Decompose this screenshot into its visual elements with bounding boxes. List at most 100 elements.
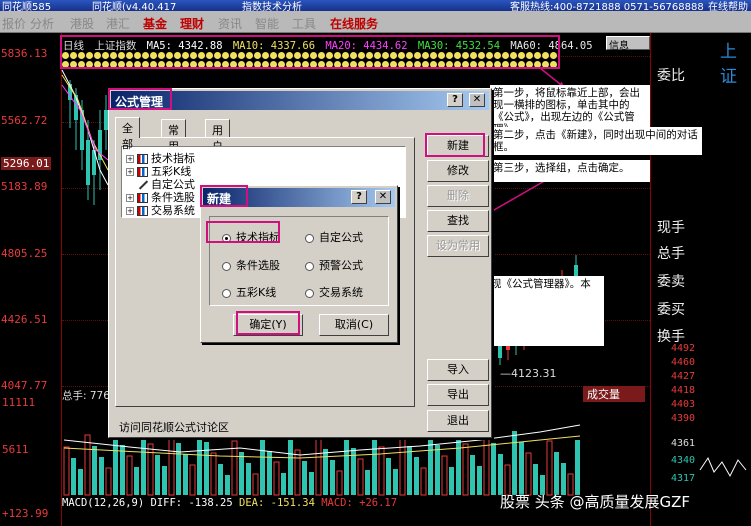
volume-bar <box>84 434 91 496</box>
chart-icon <box>137 206 148 216</box>
step2-note: 第二步，点击《新建》，同时出现中间的对话框。 <box>490 127 702 155</box>
expand-icon[interactable]: + <box>126 168 134 176</box>
tab-user[interactable]: 用户 <box>205 119 230 153</box>
expand-icon[interactable]: + <box>126 207 134 215</box>
volume-bar <box>126 455 133 496</box>
radio-trading[interactable]: 交易系统 <box>305 284 363 300</box>
volume-bar <box>336 470 343 496</box>
tree-item-trading[interactable]: + 交易系统 <box>126 202 195 217</box>
volume-bar <box>441 455 448 496</box>
cancel-button[interactable]: 取消(C) <box>319 314 389 336</box>
forum-link[interactable]: 访问同花顺公式讨论区 <box>119 419 229 435</box>
radio-label: 预警公式 <box>319 259 363 272</box>
expand-icon[interactable]: + <box>126 194 134 202</box>
watermark: 股票 头条 @高质量发展GZF <box>500 493 691 511</box>
volume-bar <box>323 449 328 495</box>
volume-bar <box>189 464 196 496</box>
volume-bar <box>365 470 370 495</box>
set-common-button[interactable]: 设为常用 <box>427 235 489 257</box>
macd-dea: DEA: -151.34 <box>239 497 315 509</box>
tree-item-candles[interactable]: + 五彩K线 <box>126 163 191 178</box>
volume-bar <box>449 467 454 495</box>
volume-bar <box>302 461 307 495</box>
volume-bar <box>225 475 230 495</box>
volume-bar <box>525 452 532 496</box>
find-button[interactable]: 查找 <box>427 210 489 232</box>
volume-bar <box>428 434 433 495</box>
volume-bar <box>63 446 70 496</box>
radio-icon <box>222 261 231 271</box>
volume-bar <box>435 445 440 495</box>
volume-bar <box>141 433 146 495</box>
volume-bar <box>246 463 251 495</box>
volume-bar <box>462 443 469 496</box>
close-icon[interactable]: ✕ <box>469 93 485 107</box>
volume-bar <box>147 443 154 496</box>
radio-icon <box>305 233 314 243</box>
radio-icon <box>305 261 314 271</box>
volume-bar <box>105 467 112 496</box>
close-icon[interactable]: ✕ <box>375 190 391 204</box>
sparkline <box>699 456 747 478</box>
volume-bar <box>281 473 286 495</box>
volume-bar <box>407 446 412 495</box>
volume-bar <box>414 457 419 495</box>
radio-label: 五彩K线 <box>236 286 277 299</box>
volume-bar <box>477 466 482 495</box>
volume-bar <box>99 457 104 495</box>
tab-common[interactable]: 常用 <box>161 119 186 153</box>
macd-prefix: MACD(12,26,9) <box>62 497 145 509</box>
tree-item-custom[interactable]: 自定公式 <box>126 176 195 191</box>
help-icon[interactable]: ? <box>351 190 367 204</box>
low-price-marker: —4123.31 <box>500 367 557 380</box>
highlight-formula-title <box>108 88 172 110</box>
volume-bar <box>218 464 223 495</box>
volume-bar <box>512 431 517 495</box>
volume-bar <box>231 440 238 496</box>
radio-screening[interactable]: 条件选股 <box>222 257 280 273</box>
volume-bar <box>372 436 377 495</box>
volume-bar <box>197 431 202 495</box>
highlight-new-title <box>200 185 248 207</box>
volume-bar <box>78 469 83 495</box>
volume-bar <box>386 458 391 495</box>
volume-bar <box>309 472 314 495</box>
volume-label: 总手: 776 <box>62 390 110 402</box>
export-button[interactable]: 导出 <box>427 384 489 406</box>
exit-button[interactable]: 退出 <box>427 410 489 432</box>
volume-bar <box>420 467 427 496</box>
volume-bar <box>315 437 322 496</box>
volume-bar <box>575 440 580 495</box>
modify-button[interactable]: 修改 <box>427 160 489 182</box>
tree-item-screening[interactable]: + 条件选股 <box>126 189 195 204</box>
volume-bar <box>176 443 181 495</box>
volume-bar <box>491 443 496 495</box>
volume-bar <box>554 452 559 495</box>
import-button[interactable]: 导入 <box>427 359 489 381</box>
radio-custom[interactable]: 自定公式 <box>305 229 363 245</box>
macd-legend: MACD(12,26,9) DIFF: -138.25 DEA: -151.34… <box>62 497 397 509</box>
radio-label: 交易系统 <box>319 286 363 299</box>
volume-bar <box>546 440 553 496</box>
help-icon[interactable]: ? <box>447 93 463 107</box>
radio-icon <box>305 288 314 298</box>
tab-all[interactable]: 全部 <box>115 117 140 151</box>
volume-bar <box>288 439 293 495</box>
expand-icon[interactable]: + <box>126 155 134 163</box>
radio-alert[interactable]: 预警公式 <box>305 257 363 273</box>
volume-bar <box>162 466 167 495</box>
volume-bar <box>294 449 301 496</box>
indicator-tag[interactable]: 成交量 <box>583 386 645 402</box>
volume-bar <box>470 455 475 495</box>
tree-item-label: 交易系统 <box>151 204 195 217</box>
volume-bar <box>168 431 175 496</box>
volume-bar <box>92 446 97 495</box>
radio-candles[interactable]: 五彩K线 <box>222 284 276 300</box>
volume-bar <box>273 461 280 496</box>
volume-bar <box>357 458 364 496</box>
volume-bar <box>498 454 503 495</box>
tree-item-indicators[interactable]: + 技术指标 <box>126 150 195 165</box>
delete-button[interactable]: 删除 <box>427 185 489 207</box>
volume-bar <box>113 434 118 495</box>
